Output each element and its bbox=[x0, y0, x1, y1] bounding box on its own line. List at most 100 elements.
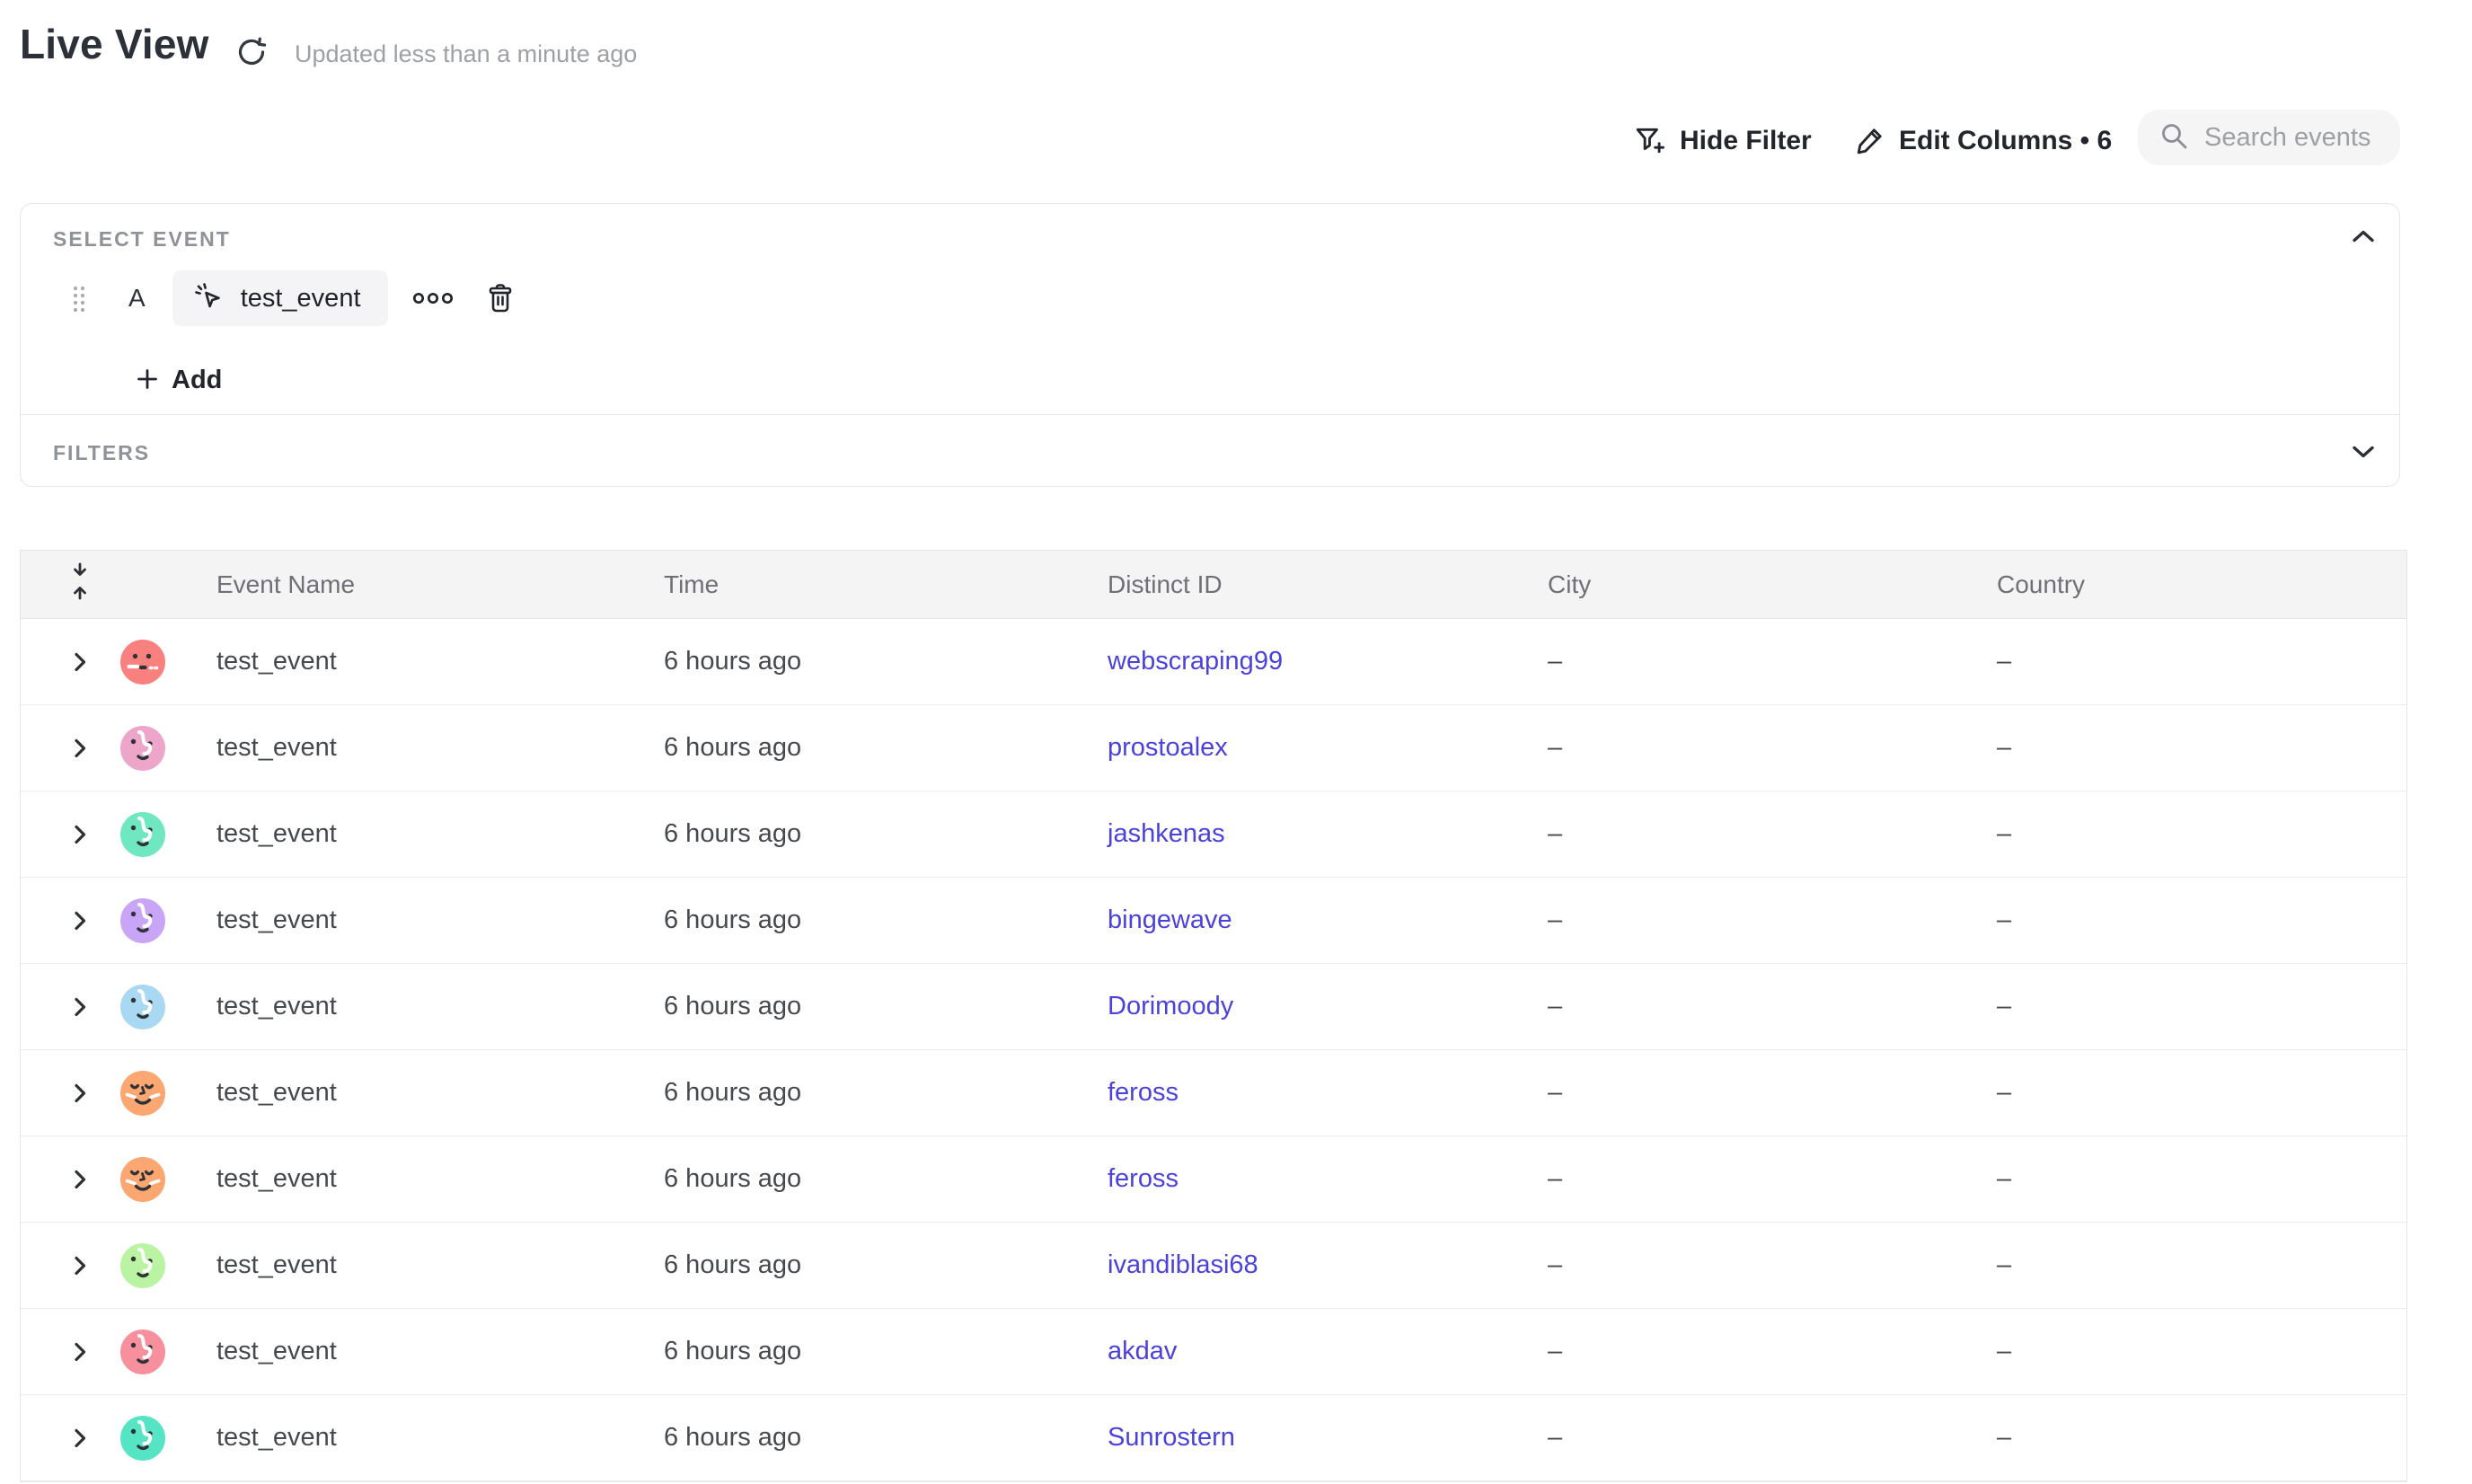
table-row[interactable]: test_event6 hours agoivandiblasi68–– bbox=[21, 1223, 2406, 1309]
distinct-id-link[interactable]: jashkenas bbox=[1108, 819, 1225, 848]
add-event-button[interactable]: Add bbox=[136, 360, 222, 400]
delete-event-button[interactable] bbox=[487, 283, 514, 314]
country-cell: – bbox=[1977, 1337, 2406, 1366]
column-header-time: Time bbox=[644, 570, 1088, 599]
selected-event-name: test_event bbox=[241, 284, 361, 314]
event-name-cell: test_event bbox=[197, 1250, 644, 1280]
more-options-button[interactable] bbox=[411, 290, 455, 306]
time-cell: 6 hours ago bbox=[644, 733, 1088, 763]
event-select-button[interactable]: test_event bbox=[172, 270, 388, 326]
chevron-up-icon[interactable] bbox=[2351, 229, 2376, 245]
event-name-cell: test_event bbox=[197, 647, 644, 676]
country-cell: – bbox=[1977, 733, 2406, 763]
city-cell: – bbox=[1528, 819, 1977, 849]
search-icon bbox=[2159, 121, 2188, 155]
chevron-right-icon[interactable] bbox=[73, 651, 87, 673]
time-cell: 6 hours ago bbox=[644, 647, 1088, 676]
table-row[interactable]: test_event6 hours agofeross–– bbox=[21, 1050, 2406, 1136]
column-header-country: Country bbox=[1977, 570, 2406, 599]
chevron-right-icon[interactable] bbox=[73, 1341, 87, 1363]
city-cell: – bbox=[1528, 647, 1977, 676]
search-events-box[interactable] bbox=[2138, 110, 2400, 165]
country-cell: – bbox=[1977, 1423, 2406, 1453]
event-name-cell: test_event bbox=[197, 819, 644, 849]
refresh-icon bbox=[235, 57, 268, 71]
chevron-right-icon[interactable] bbox=[73, 910, 87, 932]
avatar bbox=[120, 1071, 165, 1116]
avatar bbox=[120, 898, 165, 943]
chevron-down-icon[interactable] bbox=[2351, 445, 2376, 461]
chevron-right-icon[interactable] bbox=[73, 996, 87, 1018]
city-cell: – bbox=[1528, 1078, 1977, 1108]
cursor-click-icon bbox=[194, 282, 225, 315]
time-cell: 6 hours ago bbox=[644, 1250, 1088, 1280]
country-cell: – bbox=[1977, 819, 2406, 849]
chevron-right-icon[interactable] bbox=[73, 738, 87, 759]
query-builder-card: SELECT EVENT A bbox=[20, 203, 2400, 487]
distinct-id-link[interactable]: akdav bbox=[1108, 1337, 1177, 1365]
country-cell: – bbox=[1977, 1250, 2406, 1280]
time-cell: 6 hours ago bbox=[644, 1078, 1088, 1108]
plus-icon bbox=[136, 367, 159, 393]
collapse-rows-icon[interactable] bbox=[70, 562, 90, 606]
table-row[interactable]: test_event6 hours ago prostoalex –– bbox=[21, 705, 2406, 791]
distinct-id-link[interactable]: feross bbox=[1108, 1164, 1179, 1193]
chevron-right-icon[interactable] bbox=[73, 1169, 87, 1190]
table-row[interactable]: test_event6 hours ago Sunrostern –– bbox=[21, 1395, 2406, 1481]
distinct-id-link[interactable]: bingewave bbox=[1108, 905, 1232, 934]
card-divider bbox=[21, 414, 2399, 415]
edit-columns-label: Edit Columns • 6 bbox=[1899, 126, 2112, 156]
select-event-label: SELECT EVENT bbox=[53, 227, 231, 252]
country-cell: – bbox=[1977, 647, 2406, 676]
page-title: Live View bbox=[20, 20, 209, 68]
city-cell: – bbox=[1528, 1423, 1977, 1453]
distinct-id-link[interactable]: prostoalex bbox=[1108, 733, 1228, 762]
distinct-id-link[interactable]: feross bbox=[1108, 1078, 1179, 1107]
distinct-id-link[interactable]: ivandiblasi68 bbox=[1108, 1250, 1258, 1279]
distinct-id-link[interactable]: Dorimoody bbox=[1108, 992, 1233, 1020]
table-row[interactable]: test_event6 hours agobingewave–– bbox=[21, 878, 2406, 964]
table-row[interactable]: test_event6 hours ago jashkenas –– bbox=[21, 791, 2406, 878]
table-header: Event Name Time Distinct ID City Country bbox=[21, 551, 2406, 619]
distinct-id-link[interactable]: Sunrostern bbox=[1108, 1423, 1235, 1452]
ellipsis-icon bbox=[411, 296, 455, 309]
distinct-id-link[interactable]: webscraping99 bbox=[1108, 647, 1283, 676]
search-events-input[interactable] bbox=[2203, 122, 2382, 154]
event-name-cell: test_event bbox=[197, 905, 644, 935]
event-name-cell: test_event bbox=[197, 733, 644, 763]
table-row[interactable]: test_event6 hours agoakdav–– bbox=[21, 1309, 2406, 1395]
time-cell: 6 hours ago bbox=[644, 905, 1088, 935]
drag-handle-icon[interactable] bbox=[71, 285, 87, 312]
time-cell: 6 hours ago bbox=[644, 819, 1088, 849]
table-row[interactable]: test_event6 hours agofeross–– bbox=[21, 1136, 2406, 1223]
time-cell: 6 hours ago bbox=[644, 1423, 1088, 1453]
city-cell: – bbox=[1528, 992, 1977, 1021]
event-name-cell: test_event bbox=[197, 1164, 644, 1194]
table-body: test_event6 hours agowebscraping99––test… bbox=[21, 619, 2406, 1481]
chevron-right-icon[interactable] bbox=[73, 824, 87, 845]
country-cell: – bbox=[1977, 1164, 2406, 1194]
pencil-icon bbox=[1856, 126, 1885, 157]
event-name-cell: test_event bbox=[197, 1337, 644, 1366]
avatar bbox=[120, 1157, 165, 1202]
avatar bbox=[120, 1243, 165, 1288]
chevron-right-icon[interactable] bbox=[73, 1255, 87, 1276]
column-header-city: City bbox=[1528, 570, 1977, 599]
table-row[interactable]: test_event6 hours agoDorimoody–– bbox=[21, 964, 2406, 1050]
refresh-button[interactable] bbox=[235, 36, 268, 68]
updated-status: Updated less than a minute ago bbox=[295, 40, 637, 68]
column-header-event-name: Event Name bbox=[197, 570, 644, 599]
event-name-cell: test_event bbox=[197, 1423, 644, 1453]
city-cell: – bbox=[1528, 1164, 1977, 1194]
event-selector-row: A test_event bbox=[71, 270, 514, 326]
table-row[interactable]: test_event6 hours ago webscraping99 –– bbox=[21, 619, 2406, 705]
events-table: Event Name Time Distinct ID City Country… bbox=[20, 550, 2407, 1482]
city-cell: – bbox=[1528, 733, 1977, 763]
filters-label: FILTERS bbox=[53, 441, 150, 465]
chevron-right-icon[interactable] bbox=[73, 1082, 87, 1104]
time-cell: 6 hours ago bbox=[644, 1337, 1088, 1366]
hide-filter-label: Hide Filter bbox=[1680, 126, 1812, 156]
hide-filter-button[interactable]: Hide Filter bbox=[1635, 120, 1812, 162]
edit-columns-button[interactable]: Edit Columns • 6 bbox=[1856, 120, 2112, 162]
chevron-right-icon[interactable] bbox=[73, 1427, 87, 1449]
